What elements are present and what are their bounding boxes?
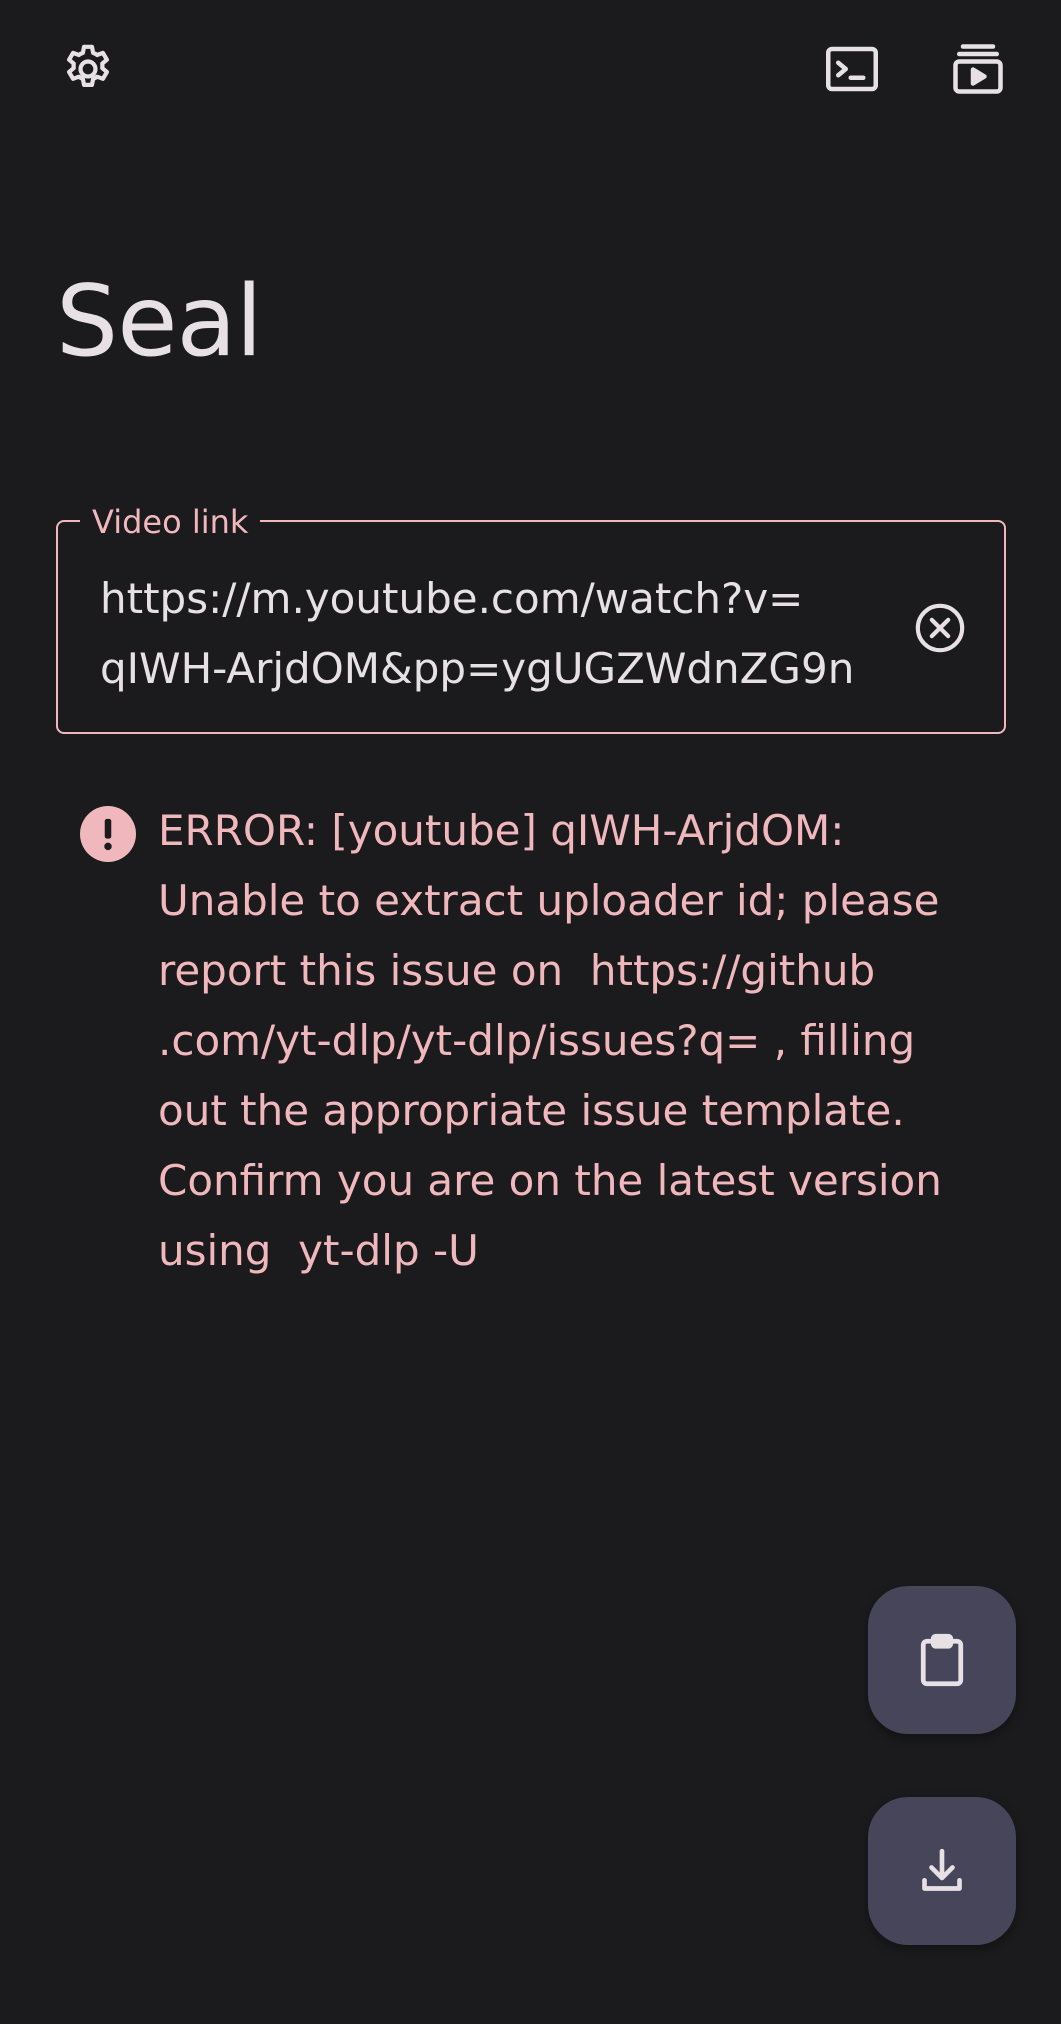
terminal-button[interactable]: [812, 29, 892, 109]
video-queue-button[interactable]: [938, 29, 1018, 109]
app-title: Seal: [56, 265, 263, 379]
top-app-bar: [0, 0, 1061, 140]
error-icon: [80, 806, 136, 862]
video-link-field[interactable]: Video link https://m.youtube.com/watch?v…: [56, 502, 1006, 734]
clear-circle-icon: [915, 603, 965, 653]
clear-button[interactable]: [910, 598, 970, 658]
error-text: ERROR: [youtube] qIWH-ArjdOM: Unable to …: [158, 796, 1058, 1286]
error-line: ERROR: [youtube] qIWH-ArjdOM:: [158, 806, 845, 855]
terminal-icon: [826, 46, 878, 92]
error-line: using yt-dlp -U: [158, 1226, 479, 1275]
gear-icon: [67, 44, 109, 87]
video-queue-icon: [953, 44, 1003, 94]
paste-fab[interactable]: [868, 1586, 1016, 1734]
download-icon: [922, 1848, 962, 1891]
error-line: report this issue on https://github: [158, 946, 876, 995]
error-line: Unable to extract uploader id; please: [158, 876, 940, 925]
clipboard-icon: [920, 1633, 964, 1687]
settings-button[interactable]: [48, 29, 128, 109]
error-line: Confirm you are on the latest version: [158, 1156, 942, 1205]
download-fab[interactable]: [868, 1797, 1016, 1945]
video-link-value-line-1: https://m.youtube.com/watch?v=: [100, 574, 804, 623]
error-line: out the appropriate issue template.: [158, 1086, 905, 1135]
video-link-value-line-2: qIWH-ArjdOM&pp=ygUGZWdnZG9n: [100, 644, 855, 693]
error-line: .com/yt-dlp/yt-dlp/issues?q= , filling: [158, 1016, 916, 1065]
video-link-input[interactable]: https://m.youtube.com/watch?v= qIWH-Arjd…: [100, 564, 880, 704]
video-link-label: Video link: [80, 502, 261, 542]
